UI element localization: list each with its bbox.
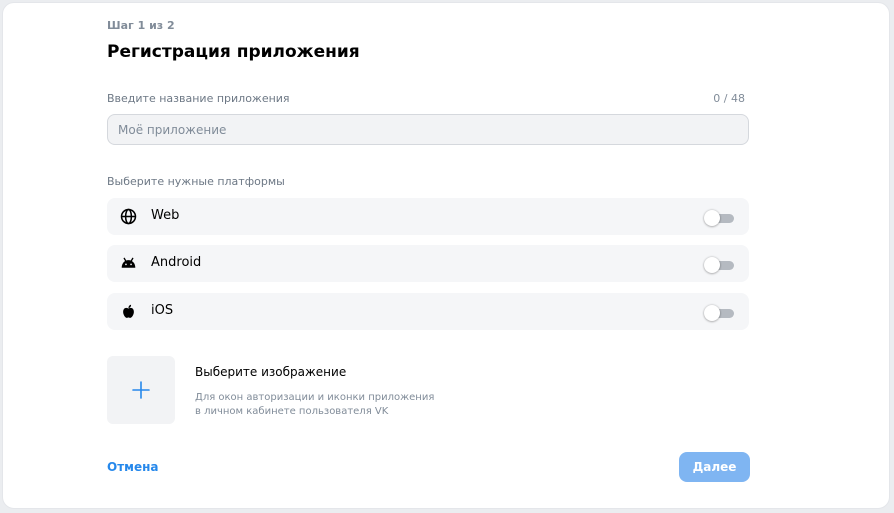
platform-name: Web [151, 208, 180, 223]
apple-icon [123, 304, 134, 318]
cancel-button[interactable]: Отмена [107, 460, 159, 474]
platforms-label: Выберите нужные платформы [107, 175, 285, 188]
platform-name: Android [151, 255, 202, 270]
char-counter: 0 / 48 [713, 92, 745, 105]
platform-name: iOS [151, 303, 174, 318]
page-title: Регистрация приложения [107, 42, 360, 62]
android-toggle[interactable] [704, 257, 734, 273]
registration-card: Шаг 1 из 2 Регистрация приложения Введит… [2, 2, 890, 509]
globe-icon [120, 208, 137, 225]
step-indicator: Шаг 1 из 2 [107, 19, 175, 32]
plus-icon [132, 381, 150, 399]
android-icon [121, 257, 136, 268]
image-upload-button[interactable] [107, 356, 175, 424]
image-description-line: Для окон авторизации и иконки приложения [195, 392, 435, 403]
image-title: Выберите изображение [195, 365, 347, 379]
web-toggle[interactable] [704, 210, 734, 226]
ios-toggle[interactable] [704, 305, 734, 321]
app-name-input[interactable] [107, 114, 749, 145]
platform-row-android[interactable]: Android [107, 245, 749, 282]
platform-row-ios[interactable]: iOS [107, 293, 749, 330]
app-name-label: Введите название приложения [107, 92, 290, 105]
next-button[interactable]: Далее [679, 452, 750, 482]
platform-row-web[interactable]: Web [107, 198, 749, 235]
image-description: Для окон авторизации и иконки приложения… [195, 391, 455, 419]
image-description-line: в личном кабинете пользователя VK [195, 406, 389, 417]
